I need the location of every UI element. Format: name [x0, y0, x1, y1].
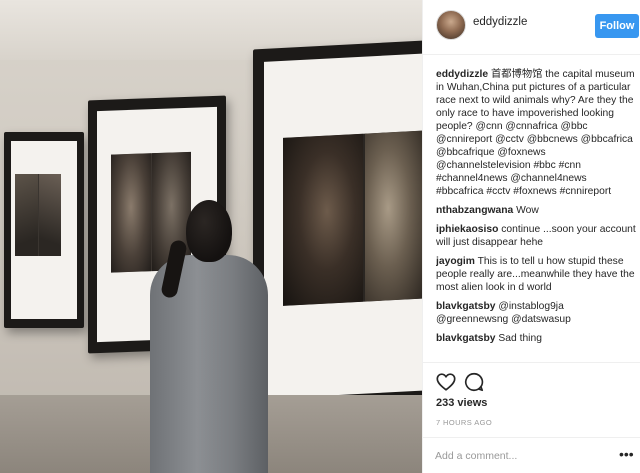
post-timestamp[interactable]: 7 HOURS AGO — [436, 418, 492, 427]
list-item: blavkgatsby Sad thing — [436, 332, 636, 345]
photo-print — [15, 174, 61, 256]
framed-photo-right — [253, 40, 422, 413]
comments-list[interactable]: eddydizzle 首都博物馆 the capital museum in W… — [436, 68, 636, 362]
portrait-face — [283, 133, 363, 306]
follow-button[interactable]: Follow — [595, 14, 639, 38]
comment-icon[interactable] — [463, 371, 485, 393]
header-username[interactable]: eddydizzle — [473, 16, 527, 28]
caption-username[interactable]: eddydizzle — [436, 69, 488, 80]
views-count[interactable]: 233 views — [436, 397, 487, 409]
comment-text: Wow — [516, 205, 539, 216]
comment-username[interactable]: blavkgatsby — [436, 333, 496, 344]
post-header: eddydizzle Follow — [423, 0, 640, 55]
more-options-icon[interactable]: ••• — [619, 446, 634, 462]
comment-username[interactable]: nthabzangwana — [436, 205, 513, 216]
comment-username[interactable]: iphiekaosiso — [436, 224, 498, 235]
post-photo[interactable] — [0, 0, 422, 473]
comment-text: Sad thing — [498, 333, 542, 344]
add-comment-input[interactable] — [435, 447, 595, 465]
avatar[interactable] — [436, 10, 466, 40]
caption-text: 首都博物馆 the capital museum in Wuhan,China … — [436, 69, 635, 197]
list-item: iphiekaosiso continue ...soon your accou… — [436, 223, 636, 249]
list-item: nthabzangwana Wow — [436, 204, 636, 217]
comment-username[interactable]: jayogim — [436, 256, 475, 267]
add-comment-bar: ••• — [423, 437, 640, 473]
caption: eddydizzle 首都博物馆 the capital museum in W… — [436, 68, 636, 198]
photo-print — [283, 130, 422, 306]
visitor-figure — [148, 200, 268, 473]
lion-face — [365, 130, 422, 302]
comment-username[interactable]: blavkgatsby — [436, 301, 496, 312]
post-sidebar: eddydizzle Follow eddydizzle 首都博物馆 the c… — [422, 0, 640, 473]
framed-photo-left — [4, 132, 84, 328]
post-actions: 233 views 7 HOURS AGO — [423, 362, 640, 427]
list-item: jayogim This is to tell u how stupid the… — [436, 255, 636, 294]
heart-icon[interactable] — [435, 371, 457, 393]
list-item: blavkgatsby @instablog9ja @greennewsng @… — [436, 300, 636, 326]
